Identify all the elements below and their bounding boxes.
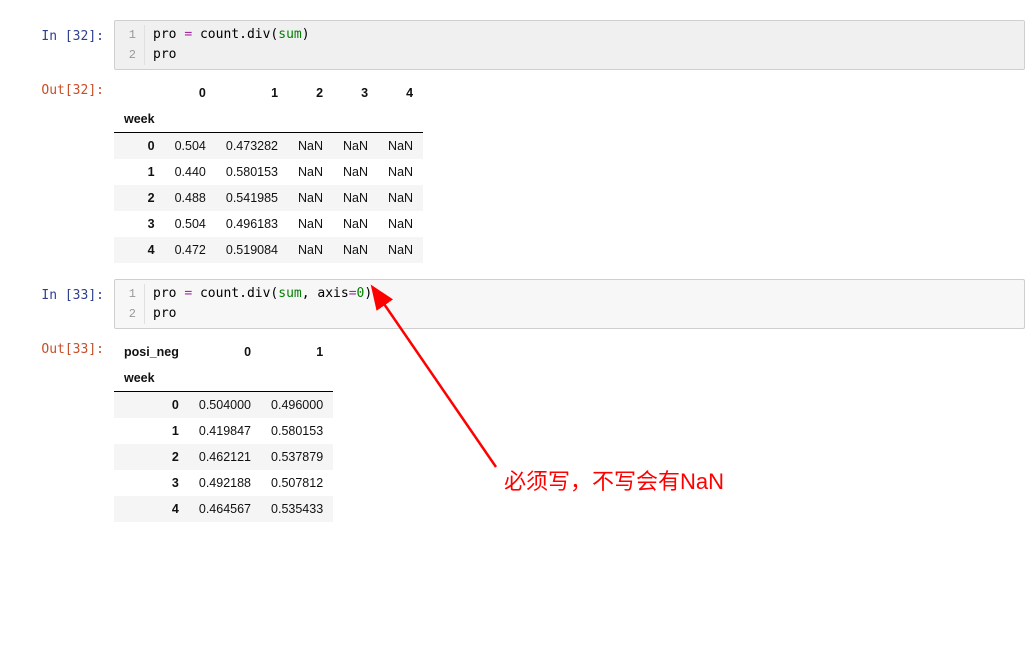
cell-value: 0.496183 — [216, 211, 288, 237]
row-index: 2 — [114, 185, 165, 211]
input-prompt-33: In [33]: — [8, 279, 114, 329]
col-header: 1 — [216, 80, 288, 106]
cell-value: 0.519084 — [216, 237, 288, 263]
cell-value: 0.507812 — [261, 470, 333, 496]
cell-value: 0.504 — [165, 211, 216, 237]
row-index: 1 — [114, 159, 165, 185]
cell-value: 0.419847 — [189, 418, 261, 444]
code-line-2: pro — [145, 45, 176, 65]
output-prompt-33: Out[33]: — [8, 333, 114, 534]
code-line-1: pro = count.div(sum) — [145, 25, 310, 45]
cell-value: 0.535433 — [261, 496, 333, 522]
line-number: 2 — [115, 304, 145, 324]
cell-value: 0.504 — [165, 133, 216, 160]
table-row: 20.4621210.537879 — [114, 444, 333, 470]
col-header: 0 — [189, 339, 261, 365]
cell-value: NaN — [333, 133, 378, 160]
cell-value: NaN — [378, 185, 423, 211]
cell-value: 0.541985 — [216, 185, 288, 211]
col-header: 3 — [333, 80, 378, 106]
code-editor-33[interactable]: 1 pro = count.div(sum, axis=0) 2 pro — [114, 279, 1025, 329]
cell-value: NaN — [333, 159, 378, 185]
cell-value: 0.440 — [165, 159, 216, 185]
col-header: 0 — [165, 80, 216, 106]
row-index: 3 — [114, 470, 189, 496]
col-header: 2 — [288, 80, 333, 106]
cell-value: 0.488 — [165, 185, 216, 211]
row-index: 3 — [114, 211, 165, 237]
index-name: week — [114, 365, 189, 392]
cell-value: NaN — [378, 159, 423, 185]
table-row: 40.4720.519084NaNNaNNaN — [114, 237, 423, 263]
table-row: 30.4921880.507812 — [114, 470, 333, 496]
cell-value: NaN — [378, 133, 423, 160]
cell-value: NaN — [378, 237, 423, 263]
row-index: 1 — [114, 418, 189, 444]
row-index: 0 — [114, 392, 189, 419]
dataframe-33: posi_neg 0 1 week 00.5040000.49600010.41… — [114, 339, 333, 522]
cell-value: NaN — [333, 185, 378, 211]
table-row: 10.4400.580153NaNNaNNaN — [114, 159, 423, 185]
cell-value: NaN — [288, 237, 333, 263]
cell-value: 0.504000 — [189, 392, 261, 419]
cell-value: 0.464567 — [189, 496, 261, 522]
table-row: 40.4645670.535433 — [114, 496, 333, 522]
row-index: 4 — [114, 496, 189, 522]
notebook: In [32]: 1 pro = count.div(sum) 2 pro Ou… — [0, 0, 1033, 558]
cell-value: NaN — [378, 211, 423, 237]
table-row: 30.5040.496183NaNNaNNaN — [114, 211, 423, 237]
cell-value: 0.580153 — [216, 159, 288, 185]
cell-33-output: Out[33]: posi_neg 0 1 week 00.5040000.49… — [8, 333, 1025, 534]
cell-33-input: In [33]: 1 pro = count.div(sum, axis=0) … — [8, 279, 1025, 329]
cell-value: 0.473282 — [216, 133, 288, 160]
table-row: 00.5040.473282NaNNaNNaN — [114, 133, 423, 160]
line-number: 1 — [115, 25, 145, 45]
cell-value: 0.492188 — [189, 470, 261, 496]
cell-value: 0.496000 — [261, 392, 333, 419]
cell-value: NaN — [333, 211, 378, 237]
input-prompt-32: In [32]: — [8, 20, 114, 70]
table-row: 20.4880.541985NaNNaNNaN — [114, 185, 423, 211]
cell-value: NaN — [288, 133, 333, 160]
cell-value: 0.580153 — [261, 418, 333, 444]
dataframe-32: 0 1 2 3 4 week 00.5040.473282NaNNaNNaN10… — [114, 80, 423, 263]
cell-value: NaN — [288, 185, 333, 211]
cell-32-output: Out[32]: 0 1 2 3 4 week — [8, 74, 1025, 275]
row-index: 2 — [114, 444, 189, 470]
col-header: 1 — [261, 339, 333, 365]
row-index: 4 — [114, 237, 165, 263]
line-number: 2 — [115, 45, 145, 65]
col-header: 4 — [378, 80, 423, 106]
output-prompt-32: Out[32]: — [8, 74, 114, 275]
cell-value: NaN — [288, 211, 333, 237]
table-row: 10.4198470.580153 — [114, 418, 333, 444]
code-line-2: pro — [145, 304, 176, 324]
cell-value: NaN — [288, 159, 333, 185]
table-row: 00.5040000.496000 — [114, 392, 333, 419]
index-name: week — [114, 106, 165, 133]
cell-value: 0.462121 — [189, 444, 261, 470]
annotation-text: 必须写，不写会有NaN — [504, 464, 724, 496]
code-line-1: pro = count.div(sum, axis=0) — [145, 284, 372, 304]
cell-value: 0.537879 — [261, 444, 333, 470]
columns-name: posi_neg — [114, 339, 189, 365]
cell-32-input: In [32]: 1 pro = count.div(sum) 2 pro — [8, 20, 1025, 70]
cell-value: 0.472 — [165, 237, 216, 263]
code-editor-32[interactable]: 1 pro = count.div(sum) 2 pro — [114, 20, 1025, 70]
line-number: 1 — [115, 284, 145, 304]
cell-value: NaN — [333, 237, 378, 263]
row-index: 0 — [114, 133, 165, 160]
